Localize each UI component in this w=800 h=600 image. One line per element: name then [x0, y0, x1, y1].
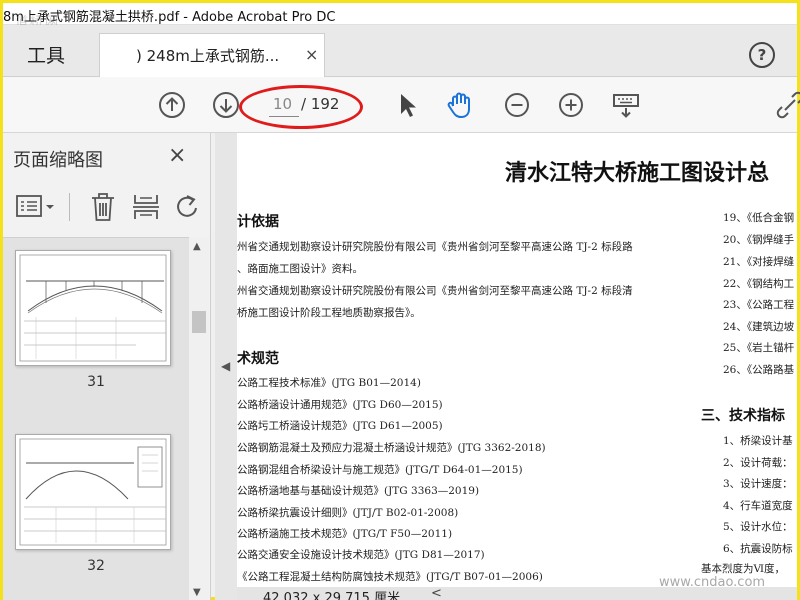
spec-line: 公路钢筋混凝土及预应力混凝土桥涵设计规范》(JTG 3362-2018): [237, 442, 546, 454]
tab-document[interactable]: ) 248m上承式钢筋... ×: [99, 33, 325, 77]
right-column-line: 24、《建筑边坡: [723, 321, 795, 333]
tab-tools[interactable]: 工具: [3, 37, 95, 77]
collapse-arrow-icon[interactable]: ◀: [221, 359, 230, 373]
delete-page-icon[interactable]: [89, 191, 117, 223]
page-dimensions: 42.032 x 29.715 厘米: [263, 591, 401, 600]
link-icon[interactable]: [775, 90, 800, 120]
panel-collapse-handle[interactable]: ◀: [215, 133, 237, 600]
highlight-ellipse: [239, 85, 363, 129]
text-line: 桥施工图设计阶段工程地质勘察报告》。: [237, 307, 421, 319]
page-thumbnail[interactable]: [15, 250, 171, 366]
toolbar: 10 / 192: [3, 77, 800, 133]
document-title: 清水江特大桥施工图设计总: [505, 161, 770, 186]
hand-tool-icon[interactable]: [445, 90, 475, 120]
close-panel-icon[interactable]: ×: [168, 143, 186, 168]
right-column-line: 21、《对接焊缝: [723, 256, 795, 268]
scroll-up-icon[interactable]: ▲: [193, 241, 201, 252]
zoom-in-icon[interactable]: [556, 90, 586, 120]
spec-line: 公路桥涵设计通用规范》(JTG D60—2015): [237, 399, 443, 411]
thumbnail-label: 32: [87, 558, 105, 574]
right-column-line: 23、《公路工程: [723, 299, 795, 311]
spec-line: 公路圬工桥涵设计规范》(JTG D61—2005): [237, 420, 443, 432]
thumbnail-scrollbar[interactable]: ▲ ▼: [189, 237, 209, 600]
right-column-line: 20、《钢焊缝手: [723, 234, 795, 246]
spec-line: 公路工程技术标准》(JTG B01—2014): [237, 377, 421, 389]
thumbnail-label: 31: [87, 374, 105, 390]
extract-page-icon[interactable]: [131, 191, 161, 223]
right-column-line: 22、《钢结构工: [723, 278, 795, 290]
section-heading: 术规范: [237, 351, 279, 367]
tab-document-label: ) 248m上承式钢筋...: [136, 47, 280, 65]
document-page: 清水江特大桥施工图设计总 计依据 州省交通规划勘察设计研究院股份有限公司《贵州省…: [237, 133, 797, 600]
thumbnail-toolbar: [3, 185, 211, 229]
select-arrow-icon[interactable]: [393, 90, 423, 120]
tech-line: 3、设计速度：: [723, 478, 793, 490]
tech-line: 5、设计水位：: [723, 521, 793, 533]
window-title-bar: 8m上承式钢筋混凝土拱桥.pdf - Adobe Acrobat Pro DC …: [3, 3, 797, 30]
thumbnail-drawing: [19, 438, 167, 546]
rotate-page-icon[interactable]: [173, 191, 203, 223]
close-tab-icon[interactable]: ×: [305, 45, 318, 64]
tech-line: 6、抗震设防标: [723, 543, 793, 555]
spec-line: 公路桥涵地基与基础设计规范》(JTG 3363—2019): [237, 485, 480, 497]
tech-line: 基本烈度为Ⅵ度，: [701, 563, 786, 575]
tech-line: 2、设计荷载：: [723, 457, 793, 469]
section-heading: 计依据: [237, 214, 279, 230]
tech-line: 1、桥梁设计基: [723, 435, 793, 447]
right-column-line: 19、《低合金钢: [723, 212, 795, 224]
scroll-left-icon[interactable]: <: [431, 586, 442, 600]
thumbnail-options-icon[interactable]: [15, 193, 59, 221]
tab-bar: 工具 ) 248m上承式钢筋... × ?: [3, 25, 797, 77]
section-heading: 三、技术指标: [701, 408, 785, 424]
text-line: 州省交通规划勘察设计研究院股份有限公司《贵州省剑河至黎平高速公路 TJ-2 标段…: [237, 285, 633, 297]
zoom-out-icon[interactable]: [502, 90, 532, 120]
right-column-line: 25、《岩土锚杆: [723, 342, 795, 354]
text-line: 州省交通规划勘察设计研究院股份有限公司《贵州省剑河至黎平高速公路 TJ-2 标段…: [237, 241, 633, 253]
toolbar-divider: [69, 193, 70, 221]
tech-line: 4、行车道宽度: [723, 500, 793, 512]
help-icon[interactable]: ?: [749, 42, 775, 68]
page-thumbnail[interactable]: [15, 434, 171, 550]
right-column-line: 26、《公路路基: [723, 364, 795, 376]
panel-title: 页面缩略图: [13, 150, 103, 171]
thumbnail-drawing: [19, 254, 167, 362]
spec-line: 《公路工程混凝土结构防腐蚀技术规范》(JTG/T B07-01—2006): [237, 571, 543, 583]
spec-line: 公路钢混组合桥梁设计与施工规范》(JTG/T D64-01—2015): [237, 464, 523, 476]
keyboard-icon[interactable]: [611, 90, 641, 120]
page-thumbnails-panel: 页面缩略图 × 31 32 ▲ ▼: [3, 133, 211, 600]
spec-line: 公路桥梁抗震设计细则》(JTJ/T B02-01-2008): [237, 507, 459, 519]
spec-line: 公路交通安全设施设计技术规范》(JTG D81—2017): [237, 549, 485, 561]
spec-line: 公路桥涵施工技术规范》(JTG/T F50—2011): [237, 528, 453, 540]
scrollbar-thumb[interactable]: [192, 311, 206, 333]
page-down-icon[interactable]: [211, 90, 241, 120]
scroll-down-icon[interactable]: ▼: [193, 587, 201, 598]
status-bar: 42.032 x 29.715 厘米 <: [237, 586, 797, 600]
page-up-icon[interactable]: [157, 90, 187, 120]
thumbnail-list: 31 32: [3, 237, 189, 600]
text-line: 、路面施工图设计》资料。: [237, 263, 363, 275]
